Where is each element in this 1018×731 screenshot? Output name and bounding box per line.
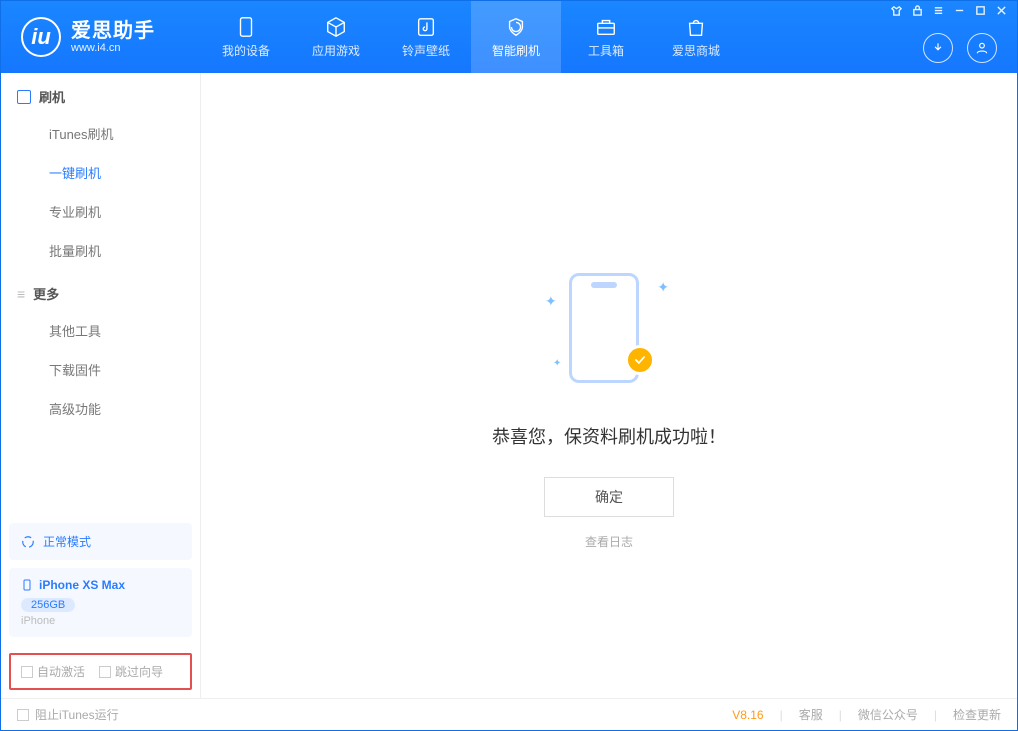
tab-smart-flash[interactable]: 智能刷机	[471, 1, 561, 73]
device-section-icon	[17, 90, 31, 104]
tab-store[interactable]: 爱思商城	[651, 1, 741, 73]
checkbox-auto-activate[interactable]: 自动激活	[21, 663, 85, 680]
app-name: 爱思助手	[71, 20, 155, 42]
sidebar-item-download-firmware[interactable]: 下载固件	[1, 350, 200, 389]
status-label: 正常模式	[43, 533, 91, 550]
body-area: 刷机 iTunes刷机 一键刷机 专业刷机 批量刷机 ≡ 更多 其他工具 下载固…	[1, 73, 1017, 698]
checkbox-label: 跳过向导	[115, 663, 163, 680]
sidebar-item-batch-flash[interactable]: 批量刷机	[1, 231, 200, 270]
app-url: www.i4.cn	[71, 42, 155, 54]
version-label: V8.16	[732, 708, 763, 722]
device-mode-status[interactable]: 正常模式	[9, 523, 192, 560]
main-content: ✦ ✦ ✦ 恭喜您，保资料刷机成功啦！ 确定 查看日志	[201, 73, 1017, 698]
tab-ringtones[interactable]: 铃声壁纸	[381, 1, 471, 73]
checkbox-icon	[21, 666, 33, 678]
wechat-link[interactable]: 微信公众号	[858, 706, 918, 723]
sparkle-icon: ✦	[553, 358, 561, 369]
maximize-button[interactable]	[975, 5, 986, 19]
tab-apps[interactable]: 应用游戏	[291, 1, 381, 73]
separator: |	[934, 708, 937, 722]
tab-label: 工具箱	[588, 42, 624, 59]
tab-label: 铃声壁纸	[402, 42, 450, 59]
checkbox-label: 阻止iTunes运行	[35, 706, 119, 723]
check-icon	[633, 353, 647, 367]
separator: |	[780, 708, 783, 722]
phone-icon	[21, 579, 33, 591]
user-button[interactable]	[967, 33, 997, 63]
sidebar-item-one-click-flash[interactable]: 一键刷机	[1, 153, 200, 192]
check-update-link[interactable]: 检查更新	[953, 706, 1001, 723]
cube-icon	[325, 16, 347, 38]
sparkle-icon: ✦	[545, 293, 557, 310]
more-section-icon: ≡	[17, 287, 25, 301]
top-header: iu 爱思助手 www.i4.cn 我的设备 应用游戏 铃声壁纸 智能刷机 工具…	[1, 1, 1017, 73]
storage-badge: 256GB	[21, 598, 75, 612]
close-button[interactable]	[996, 5, 1007, 19]
tab-label: 应用游戏	[312, 42, 360, 59]
sidebar-item-other-tools[interactable]: 其他工具	[1, 311, 200, 350]
tab-my-device[interactable]: 我的设备	[201, 1, 291, 73]
support-link[interactable]: 客服	[799, 706, 823, 723]
minimize-button[interactable]	[954, 5, 965, 19]
sidebar-item-pro-flash[interactable]: 专业刷机	[1, 192, 200, 231]
tab-label: 爱思商城	[672, 42, 720, 59]
device-name: iPhone XS Max	[39, 578, 125, 592]
shirt-icon[interactable]	[891, 5, 902, 19]
checkbox-icon	[17, 709, 29, 721]
checkbox-skip-guide[interactable]: 跳过向导	[99, 663, 163, 680]
ok-button[interactable]: 确定	[544, 477, 674, 517]
status-spinner-icon	[21, 535, 35, 549]
download-button[interactable]	[923, 33, 953, 63]
footer-bar: 阻止iTunes运行 V8.16 | 客服 | 微信公众号 | 检查更新	[1, 698, 1017, 730]
bag-icon	[685, 16, 707, 38]
device-info-box[interactable]: iPhone XS Max 256GB iPhone	[9, 568, 192, 637]
view-log-link[interactable]: 查看日志	[585, 533, 633, 550]
sidebar-section-more: ≡ 更多	[1, 270, 200, 311]
separator: |	[839, 708, 842, 722]
tab-label: 智能刷机	[492, 42, 540, 59]
app-logo: iu 爱思助手 www.i4.cn	[1, 1, 201, 73]
sidebar-item-advanced[interactable]: 高级功能	[1, 389, 200, 428]
toolbox-icon	[595, 16, 617, 38]
shield-icon	[505, 16, 527, 38]
section-label: 刷机	[39, 87, 65, 106]
tab-toolbox[interactable]: 工具箱	[561, 1, 651, 73]
menu-icon[interactable]	[933, 5, 944, 19]
user-icon	[975, 41, 989, 55]
sidebar-item-itunes-flash[interactable]: iTunes刷机	[1, 114, 200, 153]
sidebar: 刷机 iTunes刷机 一键刷机 专业刷机 批量刷机 ≡ 更多 其他工具 下载固…	[1, 73, 201, 698]
header-actions	[923, 33, 997, 63]
logo-icon: iu	[21, 17, 61, 57]
tab-label: 我的设备	[222, 42, 270, 59]
device-type: iPhone	[21, 615, 180, 627]
download-icon	[931, 41, 945, 55]
lock-icon[interactable]	[912, 5, 923, 19]
success-illustration: ✦ ✦ ✦	[539, 263, 679, 393]
success-message: 恭喜您，保资料刷机成功啦！	[492, 423, 726, 449]
flash-options-highlight: 自动激活 跳过向导	[9, 653, 192, 690]
window-controls	[891, 5, 1007, 19]
sparkle-icon: ✦	[657, 279, 669, 296]
music-icon	[415, 16, 437, 38]
checkbox-icon	[99, 666, 111, 678]
success-check-badge	[625, 345, 655, 375]
section-label: 更多	[33, 284, 59, 303]
sidebar-section-flash: 刷机	[1, 73, 200, 114]
checkbox-label: 自动激活	[37, 663, 85, 680]
checkbox-block-itunes[interactable]: 阻止iTunes运行	[17, 706, 119, 723]
phone-icon	[235, 16, 257, 38]
